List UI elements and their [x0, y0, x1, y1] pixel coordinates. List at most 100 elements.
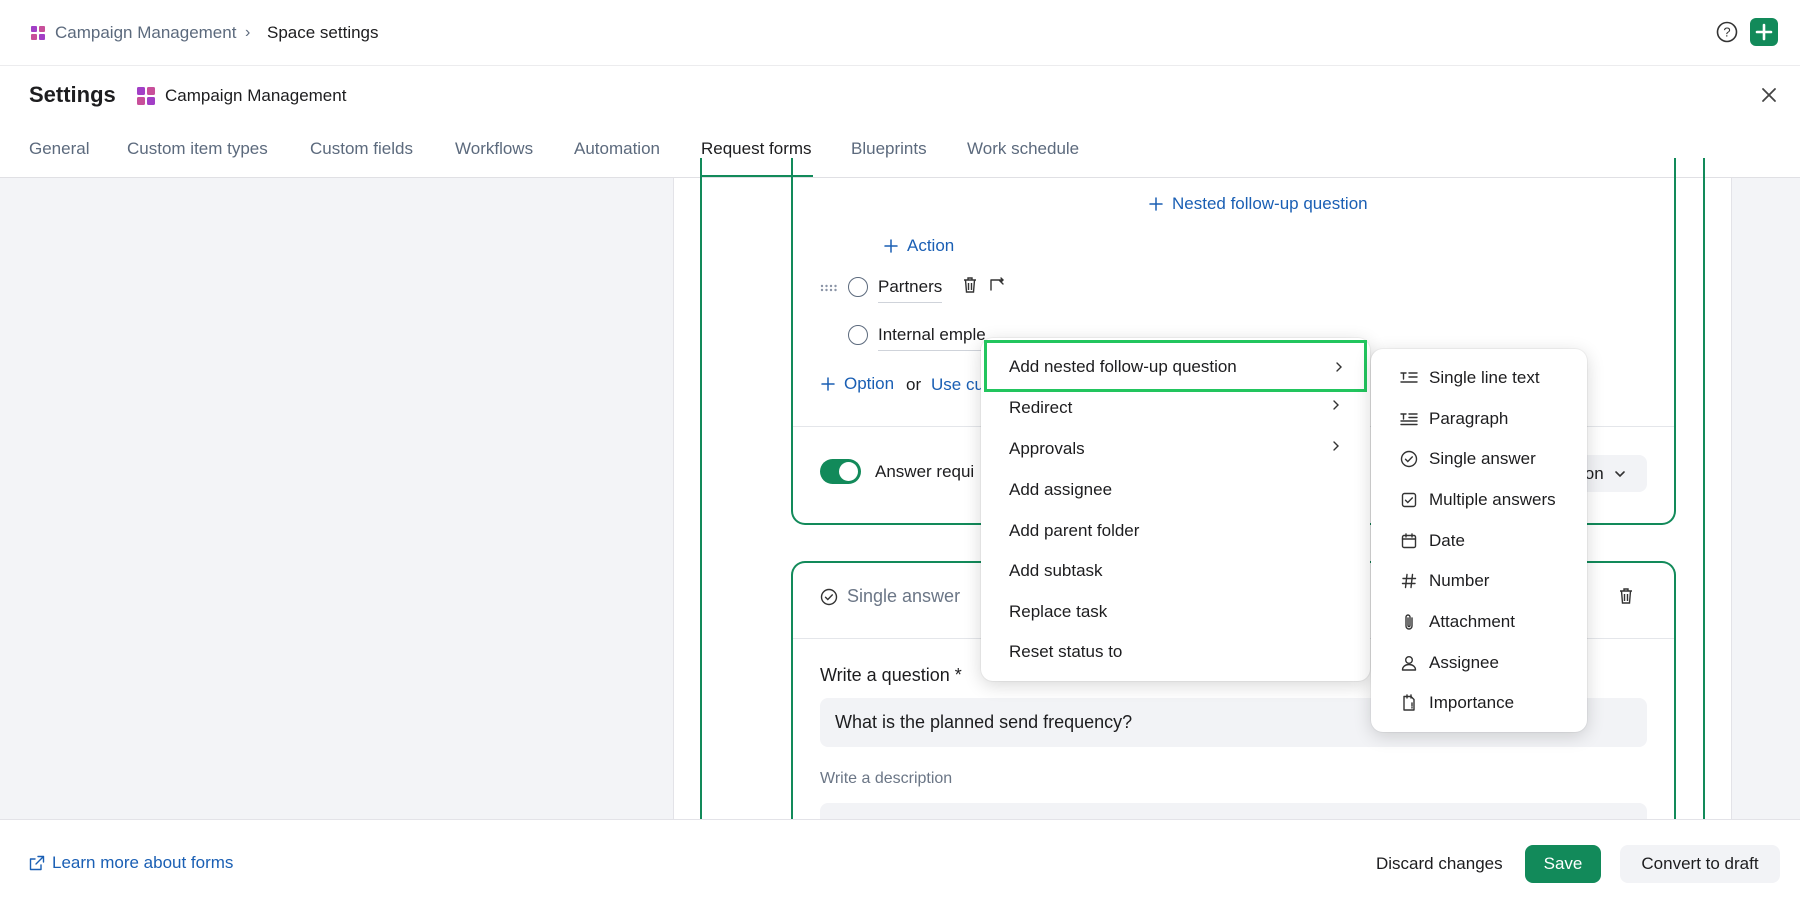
- paragraph-icon: [1399, 409, 1419, 429]
- menu-item-reset-status[interactable]: Reset status to: [981, 637, 1370, 675]
- add-action-link[interactable]: Action: [883, 236, 954, 256]
- nested-followup-label: Nested follow-up question: [1172, 194, 1368, 213]
- submenu-item-label: Importance: [1429, 693, 1515, 712]
- learn-more-label: Learn more about forms: [52, 853, 234, 872]
- submenu-item-label: Date: [1429, 531, 1465, 550]
- options-context-menu: Add nested follow-up question Redirect A…: [981, 338, 1370, 681]
- save-button-label: Save: [1543, 854, 1583, 873]
- right-panel: [1732, 178, 1800, 819]
- importance-icon: [1399, 693, 1419, 713]
- breadcrumb-current: Space settings: [267, 23, 379, 42]
- single-answer-icon: [820, 588, 838, 606]
- submenu-item-date[interactable]: Date: [1371, 523, 1587, 559]
- menu-item-label: Approvals: [1009, 439, 1085, 458]
- menu-item-redirect[interactable]: Redirect: [981, 393, 1370, 431]
- submenu-item-label: Number: [1429, 571, 1490, 590]
- menu-item-label: Add assignee: [1009, 480, 1113, 499]
- option-label[interactable]: Partners: [878, 277, 943, 303]
- space-icon: [136, 86, 156, 106]
- add-action-label: Action: [907, 236, 955, 255]
- menu-item-add-subtask[interactable]: Add subtask: [981, 556, 1370, 594]
- menu-item-label: Replace task: [1009, 602, 1108, 621]
- breadcrumb-separator-icon: ›: [245, 24, 251, 41]
- chevron-down-icon: [1614, 470, 1625, 477]
- learn-more-link[interactable]: Learn more about forms: [29, 853, 233, 873]
- convert-to-draft-button[interactable]: Convert to draft: [1620, 845, 1780, 883]
- description-label: Write a description: [820, 770, 953, 787]
- submenu-item-label: Multiple answers: [1429, 490, 1556, 509]
- question-type-submenu: Single line text Paragraph Single answer…: [1371, 349, 1587, 732]
- menu-item-label: Add nested follow-up question: [1009, 357, 1237, 376]
- space-logo-icon: [30, 25, 46, 41]
- menu-item-label: Redirect: [1009, 398, 1073, 417]
- option-radio[interactable]: [848, 277, 868, 297]
- menu-item-add-assignee[interactable]: Add assignee: [981, 475, 1370, 513]
- plus-icon: [821, 377, 835, 391]
- calendar-icon: [1399, 531, 1419, 551]
- tab-automation[interactable]: Automation: [574, 138, 660, 177]
- question-label: Write a question *: [820, 665, 962, 685]
- card-type-label: Single answer: [847, 586, 961, 606]
- single-answer-icon: [1399, 449, 1419, 469]
- option-radio[interactable]: [848, 325, 868, 345]
- settings-space-name: Campaign Management: [165, 86, 347, 105]
- menu-item-replace-task[interactable]: Replace task: [981, 597, 1370, 635]
- close-icon[interactable]: [1760, 86, 1778, 104]
- convert-to-draft-label: Convert to draft: [1641, 854, 1759, 873]
- left-panel: [0, 178, 673, 819]
- help-icon[interactable]: ?: [1716, 21, 1738, 43]
- paperclip-icon: [1399, 612, 1419, 632]
- menu-item-label: Add subtask: [1009, 561, 1103, 580]
- submenu-item-assignee[interactable]: Assignee: [1371, 645, 1587, 681]
- trash-icon[interactable]: [1618, 587, 1634, 605]
- submenu-item-single-line-text[interactable]: Single line text: [1371, 360, 1587, 396]
- submenu-item-paragraph[interactable]: Paragraph: [1371, 401, 1587, 437]
- answer-required-toggle[interactable]: [820, 459, 861, 484]
- multiple-answers-icon: [1399, 490, 1419, 510]
- branch-icon[interactable]: [989, 277, 1007, 293]
- chevron-right-icon: [1333, 400, 1339, 410]
- menu-item-add-parent-folder[interactable]: Add parent folder: [981, 516, 1370, 554]
- or-text: or: [906, 375, 922, 394]
- tab-custom-fields[interactable]: Custom fields: [310, 138, 413, 177]
- submenu-item-importance[interactable]: Importance: [1371, 685, 1587, 721]
- trash-icon[interactable]: [962, 276, 978, 294]
- menu-item-label: Reset status to: [1009, 642, 1123, 661]
- menu-item-approvals[interactable]: Approvals: [981, 434, 1370, 472]
- chevron-right-icon: [1336, 362, 1342, 372]
- submenu-item-label: Single line text: [1429, 368, 1540, 387]
- tab-workflows[interactable]: Workflows: [455, 138, 533, 177]
- add-option-link[interactable]: Option: [820, 374, 894, 394]
- chevron-right-icon: [1333, 441, 1339, 451]
- submenu-item-label: Assignee: [1429, 653, 1499, 672]
- plus-icon: [1755, 23, 1773, 41]
- submenu-item-label: Attachment: [1429, 612, 1515, 631]
- submenu-item-label: Paragraph: [1429, 409, 1509, 428]
- nested-followup-link[interactable]: Nested follow-up question: [1148, 194, 1368, 214]
- discard-changes-button[interactable]: Discard changes: [1376, 854, 1503, 874]
- add-option-label: Option: [844, 374, 895, 393]
- breadcrumb-space[interactable]: Campaign Management: [55, 22, 236, 44]
- external-link-icon: [29, 855, 45, 871]
- submenu-item-attachment[interactable]: Attachment: [1371, 604, 1587, 640]
- question-input-value: What is the planned send frequency?: [835, 712, 1133, 732]
- option-label[interactable]: Internal emple: [878, 325, 986, 351]
- submenu-item-multiple-answers[interactable]: Multiple answers: [1371, 482, 1587, 518]
- tab-custom-item-types[interactable]: Custom item types: [127, 138, 268, 177]
- hash-icon: [1399, 571, 1419, 591]
- submenu-item-label: Single answer: [1429, 449, 1536, 468]
- use-custom-link[interactable]: Use cu: [931, 375, 984, 395]
- svg-text:?: ?: [1723, 25, 1730, 40]
- person-icon: [1399, 653, 1419, 673]
- plus-icon: [1149, 197, 1163, 211]
- create-button[interactable]: [1750, 18, 1778, 46]
- submenu-item-number[interactable]: Number: [1371, 563, 1587, 599]
- submenu-item-single-answer[interactable]: Single answer: [1371, 441, 1587, 477]
- tab-general[interactable]: General: [29, 138, 89, 177]
- save-button[interactable]: Save: [1525, 845, 1601, 883]
- drag-handle-icon[interactable]: [820, 284, 838, 292]
- plus-icon: [884, 239, 898, 253]
- answer-required-label: Answer requi: [875, 462, 975, 481]
- menu-item-add-nested-followup[interactable]: Add nested follow-up question: [984, 340, 1367, 392]
- top-bar: Campaign Management › Space settings ?: [0, 0, 1800, 66]
